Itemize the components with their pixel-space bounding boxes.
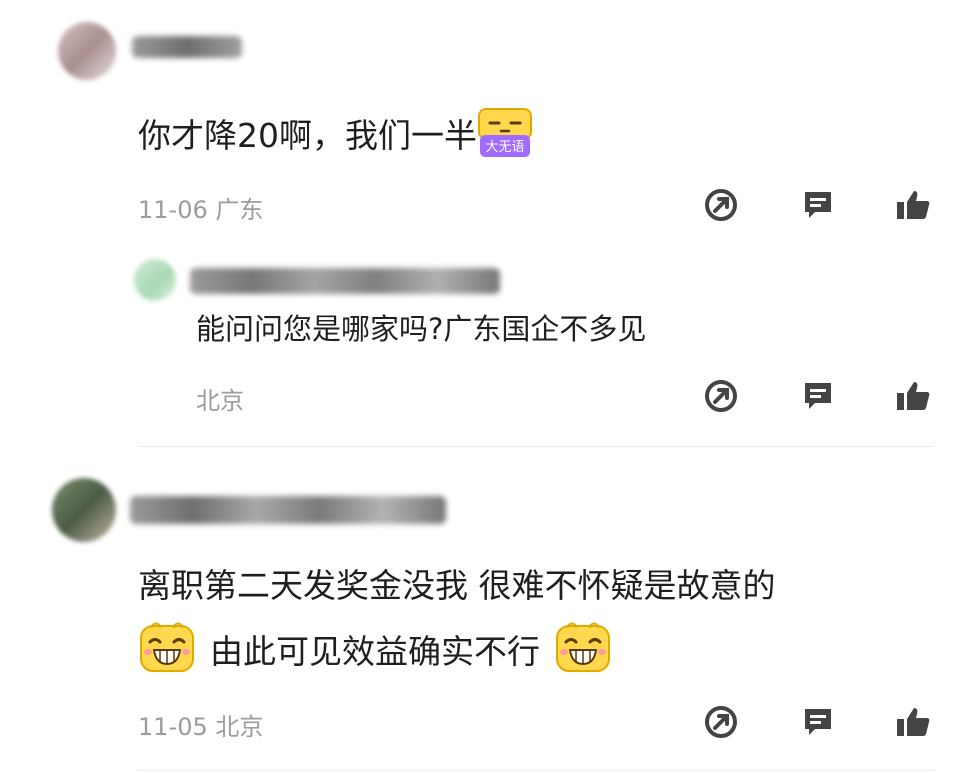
like-icon[interactable] [895, 187, 931, 223]
speechless-sticker: 大无语 [477, 107, 533, 168]
comment-text: 你才降20啊，我们一半 大无语 [138, 107, 533, 168]
share-icon-2[interactable] [703, 704, 739, 740]
reply-text: 能问问您是哪家吗?广东国企不多见 [196, 312, 647, 346]
commenter-avatar-2[interactable] [52, 478, 116, 542]
replier-avatar[interactable] [134, 259, 176, 301]
commenter-name[interactable] [132, 36, 242, 58]
grin-sticker-2 [554, 620, 612, 683]
sticker-label: 大无语 [485, 140, 524, 155]
grin-sticker [138, 620, 196, 683]
comment-meta: 11-06 广东 [138, 196, 264, 224]
replier-name[interactable] [190, 268, 500, 294]
like-icon-2[interactable] [895, 704, 931, 740]
share-icon[interactable] [703, 187, 739, 223]
comment-divider [138, 446, 934, 447]
reply-share-icon[interactable] [703, 378, 739, 414]
comment-text-line2: 由此可见效益确实不行 [138, 620, 612, 683]
comment-icon-2[interactable] [800, 704, 836, 740]
comment-meta-2: 11-05 北京 [138, 713, 264, 741]
commenter-name-2[interactable] [130, 496, 446, 524]
comment-icon[interactable] [800, 187, 836, 223]
comment-text-body-2: 由此可见效益确实不行 [210, 631, 540, 671]
reply-like-icon[interactable] [895, 378, 931, 414]
comment-divider-2 [138, 770, 934, 771]
comment-text-line1: 离职第二天发奖金没我 很难不怀疑是故意的 [138, 566, 776, 605]
comment-text-body: 你才降20啊，我们一半 [138, 115, 477, 155]
reply-comment-icon[interactable] [800, 378, 836, 414]
reply-meta: 北京 [196, 387, 244, 415]
commenter-avatar[interactable] [58, 22, 116, 80]
